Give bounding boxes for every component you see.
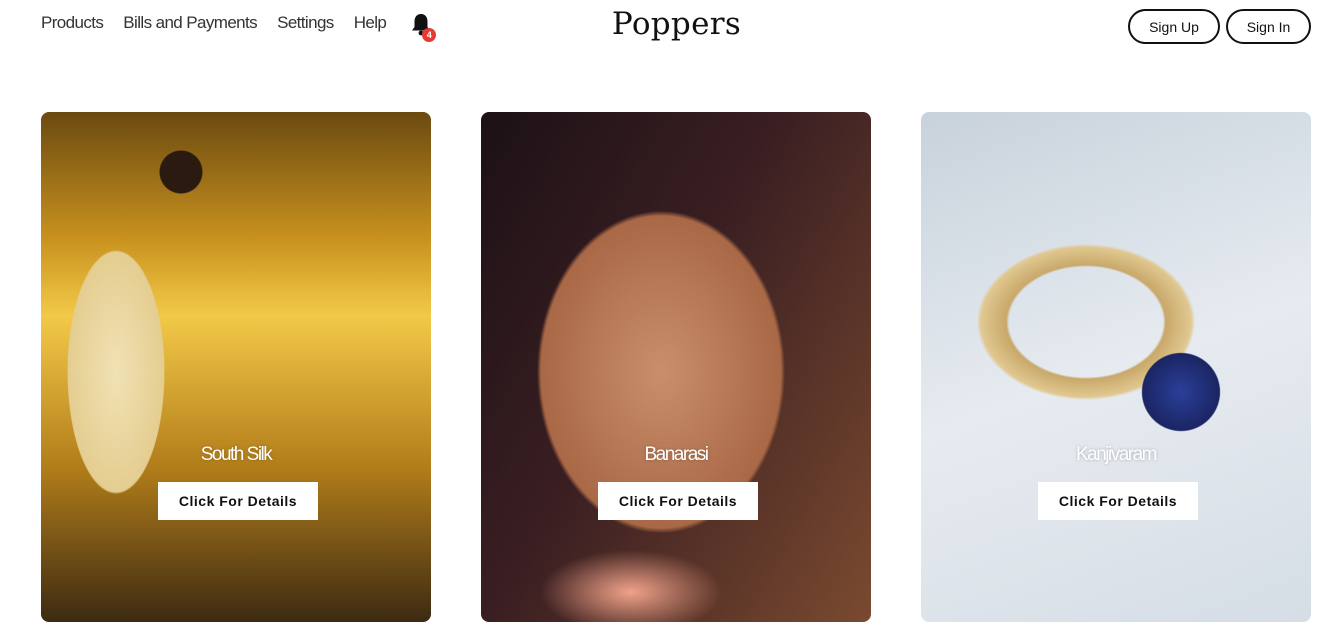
details-button[interactable]: Click For Details — [598, 482, 758, 520]
card-image — [921, 112, 1311, 622]
sign-up-button[interactable]: Sign Up — [1128, 9, 1220, 44]
card-title: Kanjivaram — [1075, 444, 1158, 465]
auth-buttons: Sign Up Sign In — [1128, 9, 1311, 44]
card-title: Banarasi — [644, 444, 710, 465]
details-button[interactable]: Click For Details — [1038, 482, 1198, 520]
sign-in-button[interactable]: Sign In — [1226, 9, 1311, 44]
details-button[interactable]: Click For Details — [158, 482, 318, 520]
card-image — [481, 112, 871, 622]
card-title: South Silk — [200, 444, 273, 465]
product-card-kanjivaram[interactable]: Kanjivaram Click For Details — [921, 112, 1311, 622]
product-card-banarasi[interactable]: Banarasi Click For Details — [481, 112, 871, 622]
card-image — [41, 112, 431, 622]
product-card-south-silk[interactable]: South Silk Click For Details — [41, 112, 431, 622]
